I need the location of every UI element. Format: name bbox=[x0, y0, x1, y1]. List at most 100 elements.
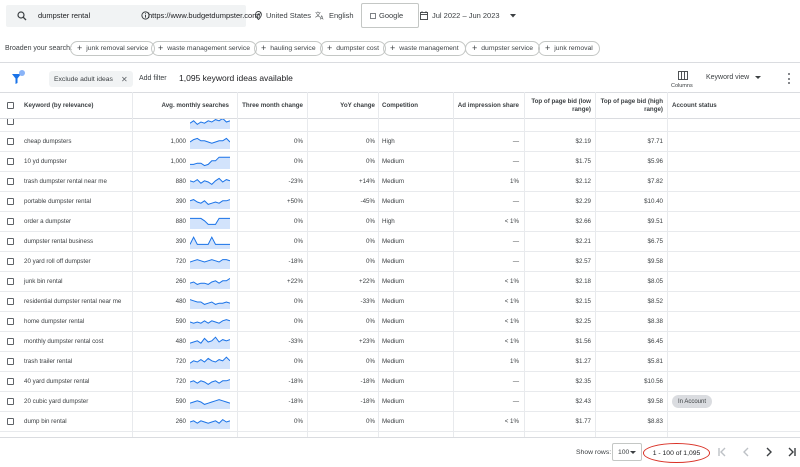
keyword-search-box[interactable]: dumpster rental https://www.budgetdumpst… bbox=[6, 5, 261, 27]
broaden-chip[interactable]: + junk removal service bbox=[70, 41, 156, 56]
location-selector[interactable]: United States bbox=[255, 11, 311, 20]
trend-sparkline[interactable] bbox=[190, 294, 230, 309]
impression-share-cell: — bbox=[512, 378, 519, 385]
trend-sparkline[interactable] bbox=[190, 274, 230, 289]
row-checkbox[interactable] bbox=[7, 338, 14, 345]
row-checkbox[interactable] bbox=[7, 258, 14, 265]
keyword-view-dropdown[interactable]: Keyword view bbox=[706, 74, 762, 81]
table-row[interactable]: monthly dumpster rental cost 480 -33% +23% M… bbox=[0, 332, 800, 352]
row-checkbox[interactable] bbox=[7, 198, 14, 205]
table-row[interactable]: 40 yard dumpster rental 720 -18% -18% Medium… bbox=[0, 372, 800, 392]
rows-per-page-select[interactable]: 100 bbox=[612, 443, 642, 461]
col-header-bid-low[interactable]: Top of page bid (low range) bbox=[528, 93, 591, 119]
col-header-keyword[interactable]: Keyword (by relevance) bbox=[24, 93, 130, 119]
site-url[interactable]: https://www.budgetdumpster.com/ bbox=[148, 11, 261, 20]
col-header-account-status[interactable]: Account status bbox=[672, 93, 752, 119]
table-row[interactable]: 20 yard roll off dumpster 720 -18% 0% Medium… bbox=[0, 252, 800, 272]
table-row[interactable]: dumpster rental business 390 0% 0% Medium — $2… bbox=[0, 232, 800, 252]
bid-low-cell: $2.19 bbox=[575, 138, 591, 145]
close-icon[interactable]: ✕ bbox=[121, 75, 128, 84]
trend-sparkline[interactable] bbox=[190, 254, 230, 269]
date-range-selector[interactable]: Jul 2022 – Jun 2023 bbox=[420, 11, 520, 20]
yoy-change-cell: 0% bbox=[366, 418, 375, 425]
table-row[interactable] bbox=[0, 119, 800, 132]
row-checkbox[interactable] bbox=[7, 178, 14, 185]
bid-low-cell: $2.35 bbox=[575, 378, 591, 385]
table-row[interactable]: 10 yd dumpster 1,000 0% 0% Medium — $1.75 $5.96 bbox=[0, 152, 800, 172]
row-checkbox[interactable] bbox=[7, 158, 14, 165]
trend-sparkline[interactable] bbox=[190, 314, 230, 329]
row-checkbox[interactable] bbox=[7, 119, 14, 125]
trend-sparkline[interactable] bbox=[190, 119, 230, 129]
row-checkbox[interactable] bbox=[7, 358, 14, 365]
trend-sparkline[interactable] bbox=[190, 374, 230, 389]
yoy-change-cell: 0% bbox=[366, 138, 375, 145]
table-row[interactable]: portable dumpster rental 390 +50% -45% Mediu… bbox=[0, 192, 800, 212]
bid-high-cell: $10.56 bbox=[644, 378, 663, 385]
row-checkbox[interactable] bbox=[7, 278, 14, 285]
row-checkbox[interactable] bbox=[7, 238, 14, 245]
trend-sparkline[interactable] bbox=[190, 134, 230, 149]
calendar-icon bbox=[420, 11, 428, 20]
next-page-icon[interactable] bbox=[763, 446, 775, 458]
trend-sparkline[interactable] bbox=[190, 174, 230, 189]
search-query[interactable]: dumpster rental bbox=[38, 11, 90, 20]
columns-button[interactable]: Columns bbox=[669, 69, 697, 91]
row-checkbox[interactable] bbox=[7, 418, 14, 425]
add-filter-button[interactable]: Add filter bbox=[139, 75, 167, 82]
table-row[interactable]: trash trailer rental 720 0% 0% Medium 1% $1.27… bbox=[0, 352, 800, 372]
row-checkbox[interactable] bbox=[7, 398, 14, 405]
broaden-chip[interactable]: + waste management bbox=[383, 41, 466, 56]
col-header-three-month[interactable]: Three month change bbox=[233, 93, 303, 119]
trend-sparkline[interactable] bbox=[190, 414, 230, 429]
location-label: United States bbox=[266, 11, 312, 20]
trend-sparkline[interactable] bbox=[190, 214, 230, 229]
table-row[interactable]: order a dumpster 880 0% 0% High < 1% $2.66 $9.5… bbox=[0, 212, 800, 232]
table-row[interactable]: junk bin rental 260 +22% +22% Medium < 1% $2.1… bbox=[0, 272, 800, 292]
row-checkbox[interactable] bbox=[7, 378, 14, 385]
search-network-selector[interactable]: Google bbox=[361, 3, 419, 28]
more-options-icon[interactable] bbox=[788, 73, 791, 84]
table-row[interactable]: 20 cubic yard dumpster 590 -18% -18% Medium —… bbox=[0, 392, 800, 412]
table-row[interactable]: dump bin rental 260 0% 0% Medium < 1% $1.77 $8.… bbox=[0, 412, 800, 432]
searches-cell: 1,000 bbox=[170, 138, 186, 145]
broaden-chip[interactable]: + dumpster cost bbox=[320, 41, 386, 56]
table-row[interactable]: cheap dumpsters 1,000 0% 0% High — $2.19 $7.71 bbox=[0, 132, 800, 152]
filter-row: Exclude adult ideas ✕ Add filter 1,095 k… bbox=[0, 66, 800, 92]
row-checkbox[interactable] bbox=[7, 318, 14, 325]
yoy-change-cell: +22% bbox=[359, 278, 375, 285]
trend-sparkline[interactable] bbox=[190, 354, 230, 369]
select-all-checkbox[interactable] bbox=[7, 102, 14, 109]
competition-cell: Medium bbox=[382, 258, 405, 265]
broaden-chip[interactable]: + dumpster service bbox=[465, 41, 541, 56]
col-header-bid-high[interactable]: Top of page bid (high range) bbox=[598, 93, 663, 119]
trend-sparkline[interactable] bbox=[190, 154, 230, 169]
table-row[interactable]: home dumpster rental 590 0% 0% Medium < 1% $2.… bbox=[0, 312, 800, 332]
table-row[interactable]: trash dumpster rental near me 880 -23% +14%… bbox=[0, 172, 800, 192]
bid-high-cell: $9.58 bbox=[647, 258, 663, 265]
trend-sparkline[interactable] bbox=[190, 234, 230, 249]
table-row[interactable]: residential dumpster rental near me 480 0%… bbox=[0, 292, 800, 312]
col-header-competition[interactable]: Competition bbox=[382, 93, 452, 119]
exclude-adult-filter-chip[interactable]: Exclude adult ideas ✕ bbox=[49, 71, 133, 87]
trend-sparkline[interactable] bbox=[190, 334, 230, 349]
broaden-chip[interactable]: + hauling service bbox=[254, 41, 323, 56]
previous-page-icon[interactable] bbox=[740, 446, 752, 458]
first-page-icon[interactable] bbox=[716, 446, 728, 458]
col-header-yoy[interactable]: YoY change bbox=[307, 93, 375, 119]
broaden-chip[interactable]: + waste management service bbox=[151, 41, 257, 56]
trend-sparkline[interactable] bbox=[190, 194, 230, 209]
filter-button[interactable] bbox=[11, 70, 25, 86]
row-checkbox[interactable] bbox=[7, 138, 14, 145]
bid-low-cell: $2.43 bbox=[575, 398, 591, 405]
row-checkbox[interactable] bbox=[7, 218, 14, 225]
row-checkbox[interactable] bbox=[7, 298, 14, 305]
col-header-searches[interactable]: Avg. monthly searches bbox=[134, 93, 229, 119]
broaden-chip[interactable]: + junk removal bbox=[538, 41, 600, 56]
bid-high-cell: $5.81 bbox=[647, 358, 663, 365]
keyword-cell: home dumpster rental bbox=[24, 318, 85, 325]
language-selector[interactable]: 文 A English bbox=[315, 11, 354, 20]
last-page-icon[interactable] bbox=[786, 446, 798, 458]
trend-sparkline[interactable] bbox=[190, 394, 230, 409]
col-header-impression-share[interactable]: Ad impression share bbox=[454, 93, 519, 119]
